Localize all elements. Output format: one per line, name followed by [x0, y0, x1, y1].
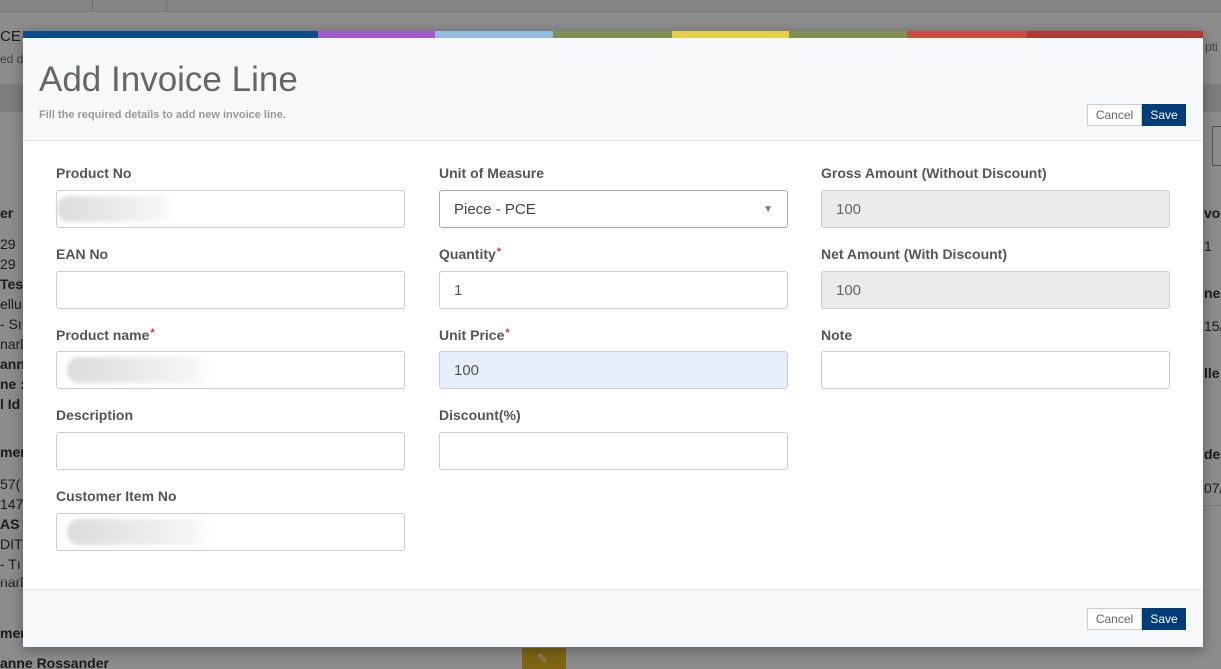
cancel-button[interactable]: Cancel	[1087, 608, 1142, 630]
ean-no-label: EAN No	[56, 246, 109, 262]
modal-header: Add Invoice Line Fill the required detai…	[23, 38, 1203, 141]
ean-no-input[interactable]	[56, 271, 405, 309]
color-strip	[23, 31, 1203, 38]
caret-down-icon: ▼	[763, 203, 773, 215]
color-strip-segment	[672, 31, 789, 38]
modal-title: Add Invoice Line	[39, 60, 298, 99]
color-strip-segment	[907, 31, 1027, 38]
color-strip-segment	[23, 31, 318, 38]
cancel-button[interactable]: Cancel	[1087, 104, 1142, 126]
color-strip-segment	[435, 31, 553, 38]
save-button[interactable]: Save	[1142, 104, 1186, 126]
required-marker: *	[150, 327, 155, 339]
net-amount-field	[821, 271, 1170, 309]
quantity-label-text: Quantity	[439, 246, 496, 262]
color-strip-segment	[318, 31, 435, 38]
redacted-value	[67, 357, 213, 383]
unit-of-measure-label: Unit of Measure	[439, 165, 545, 181]
unit-of-measure-select[interactable]: Piece - PCE ▼	[439, 190, 788, 228]
required-marker: *	[496, 246, 502, 258]
unit-price-label: Unit Price*	[439, 327, 510, 343]
description-input[interactable]	[56, 432, 405, 470]
save-button[interactable]: Save	[1142, 608, 1186, 630]
note-input[interactable]	[821, 351, 1170, 389]
product-no-label: Product No	[56, 165, 132, 181]
modal-footer: Cancel Save	[23, 589, 1203, 647]
description-label: Description	[56, 407, 134, 423]
header-button-group: Cancel Save	[1087, 104, 1186, 126]
gross-amount-field	[821, 190, 1170, 228]
redacted-value	[57, 196, 175, 222]
quantity-input[interactable]	[439, 271, 788, 309]
note-label: Note	[821, 327, 853, 343]
unit-price-input[interactable]	[439, 351, 788, 389]
quantity-label: Quantity*	[439, 246, 501, 262]
unit-of-measure-value: Piece - PCE	[454, 200, 536, 218]
discount-input[interactable]	[439, 432, 788, 470]
discount-label: Discount(%)	[439, 407, 521, 423]
add-invoice-line-modal: Add Invoice Line Fill the required detai…	[23, 31, 1203, 647]
color-strip-segment	[789, 31, 907, 38]
color-strip-segment	[1027, 31, 1203, 38]
unit-price-label-text: Unit Price	[439, 327, 505, 343]
footer-button-group: Cancel Save	[1087, 608, 1186, 630]
product-name-label: Product name*	[56, 327, 155, 343]
net-amount-label: Net Amount (With Discount)	[821, 246, 1007, 262]
redacted-value	[67, 519, 213, 545]
modal-subtitle: Fill the required details to add new inv…	[39, 109, 286, 121]
product-name-label-text: Product name	[56, 327, 150, 343]
required-marker: *	[505, 327, 510, 339]
customer-item-no-label: Customer Item No	[56, 488, 177, 504]
gross-amount-label: Gross Amount (Without Discount)	[821, 165, 1047, 181]
color-strip-segment	[553, 31, 672, 38]
